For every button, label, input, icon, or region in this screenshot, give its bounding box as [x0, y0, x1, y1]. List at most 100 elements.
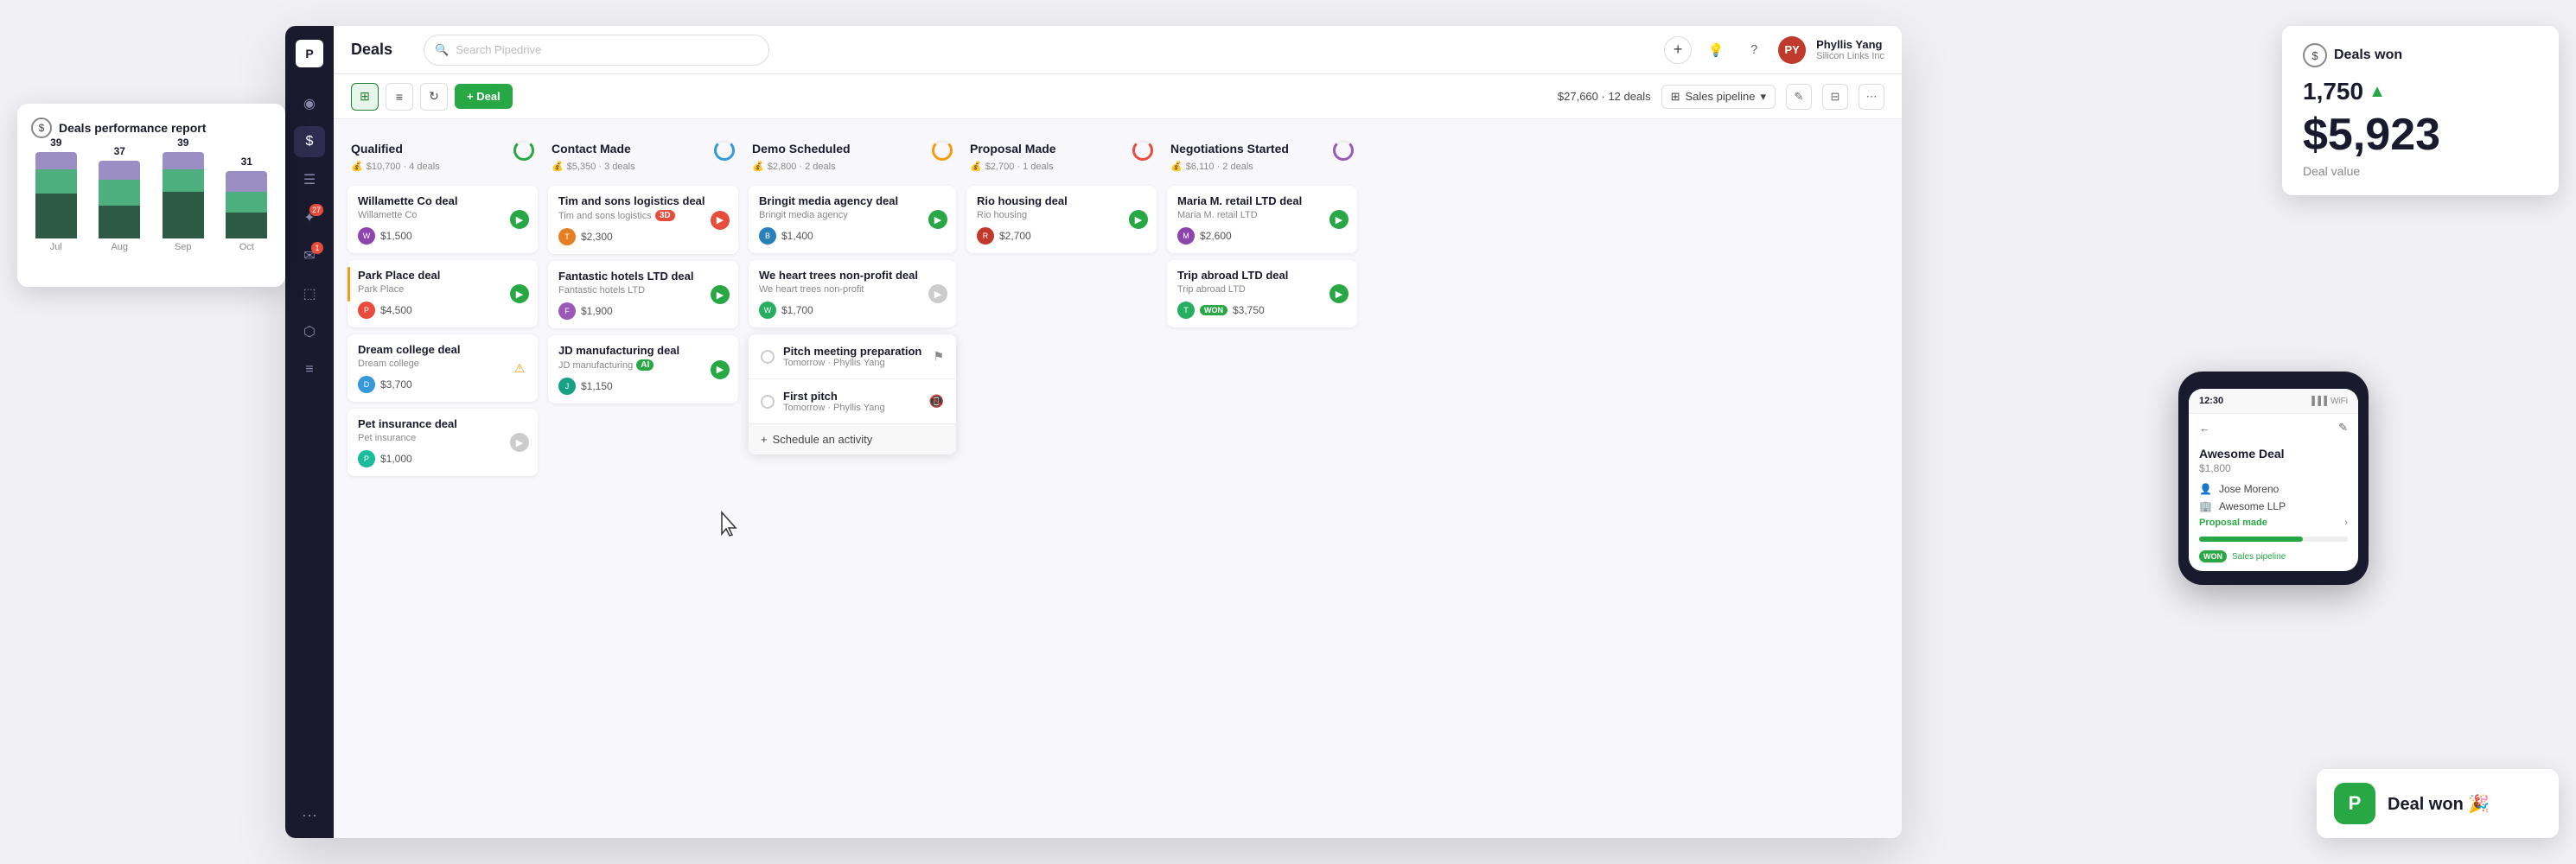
app-container: P ◉ $ ☰ ✦ 27 ✉ 1 ⬚ ⬡ ≡ ··· Deals 🔍 Searc…	[285, 26, 1902, 838]
column-negotiations-meta: 💰 $6,110 · 2 deals	[1170, 161, 1354, 172]
filter-btn[interactable]: ⊟	[1822, 84, 1848, 110]
deal-card-timsons[interactable]: Tim and sons logistics deal Tim and sons…	[548, 186, 738, 254]
deal-card-bringit[interactable]: Bringit media agency deal Bringit media …	[749, 186, 956, 253]
edit-pipeline-btn[interactable]: ✎	[1786, 84, 1812, 110]
deal-action-btn[interactable]: ▶	[711, 285, 730, 304]
deal-amount: $3,700	[380, 378, 412, 391]
add-button[interactable]: +	[1664, 36, 1692, 64]
deal-amount: $2,700	[999, 230, 1031, 242]
activity-radio[interactable]	[761, 350, 775, 364]
deal-action-btn-gray[interactable]: ▶	[510, 433, 529, 452]
phone-content: Awesome Deal $1,800 👤 Jose Moreno 🏢 Awes…	[2189, 438, 2358, 571]
deal-action-btn[interactable]: ▶	[1129, 210, 1148, 229]
overdue-tag: 3D	[655, 210, 675, 221]
deal-action-btn[interactable]: ▶	[1329, 284, 1349, 303]
deal-company: We heart trees non-profit	[759, 284, 946, 295]
pipeline-select[interactable]: ⊞ Sales pipeline ▾	[1661, 85, 1776, 109]
edit-button[interactable]: ✎	[2338, 421, 2348, 435]
sidebar-item-home[interactable]: ◉	[294, 88, 325, 119]
deal-avatar: B	[759, 227, 776, 245]
bar-aug-label: 37	[114, 145, 125, 157]
deal-company: Willamette Co	[358, 210, 527, 220]
kanban-board: Qualified 💰 $10,700 · 4 deals Willamette…	[334, 119, 1902, 838]
deal-action-btn[interactable]: ▶	[510, 284, 529, 303]
sidebar-item-deals[interactable]: $	[294, 126, 325, 157]
deal-action-btn-gray[interactable]: ▶	[928, 284, 947, 303]
kanban-view-btn[interactable]: ⊞	[351, 83, 379, 111]
deal-card-jdmanufacturing[interactable]: JD manufacturing deal JD manufacturing A…	[548, 335, 738, 403]
deal-action-btn-red[interactable]: ▶	[711, 211, 730, 230]
ai-tag: AI	[636, 359, 654, 371]
help-icon-btn[interactable]: ?	[1740, 36, 1768, 64]
sidebar-item-contacts[interactable]: ☰	[294, 164, 325, 195]
phone-contact-row: 👤 Jose Moreno	[2199, 483, 2348, 495]
deal-card-willamette[interactable]: Willamette Co deal Willamette Co W $1,50…	[348, 186, 538, 253]
total-amount: $27,660 · 12 deals	[1558, 90, 1651, 103]
deal-footer: W $1,500 ▶	[358, 227, 527, 245]
sidebar-item-calendar[interactable]: ⬚	[294, 278, 325, 309]
deal-title: Pet insurance deal	[358, 417, 527, 430]
search-placeholder: Search Pipedrive	[456, 43, 541, 56]
activity-item-pitch[interactable]: Pitch meeting preparation Tomorrow · Phy…	[749, 334, 956, 379]
deals-won-card: $ Deals won 1,750 ▲ $5,923 Deal value	[2282, 26, 2559, 195]
refresh-btn[interactable]: ↻	[420, 83, 448, 111]
sidebar-item-reports[interactable]: ≡	[294, 354, 325, 385]
sidebar-item-activities[interactable]: ✦ 27	[294, 202, 325, 233]
deal-card-petinsurance[interactable]: Pet insurance deal Pet insurance P $1,00…	[348, 409, 538, 476]
sidebar-more[interactable]: ···	[302, 806, 317, 824]
deal-card-wht[interactable]: We heart trees non-profit deal We heart …	[749, 260, 956, 327]
phone-screen: 12:30 ▐▐▐ WiFi ← ✎ Awesome Deal $1,800 👤…	[2189, 389, 2358, 571]
deal-card-mariam[interactable]: Maria M. retail LTD deal Maria M. retail…	[1167, 186, 1357, 253]
avatar[interactable]: PY	[1778, 36, 1806, 64]
perf-report-title: Deals performance report	[59, 121, 206, 135]
deal-won-text: Deal won 🎉	[2388, 793, 2490, 815]
phone-deal-amount: $1,800	[2199, 462, 2348, 474]
deal-footer: R $2,700 ▶	[977, 227, 1146, 245]
qualified-progress	[513, 140, 534, 161]
toolbar: ⊞ ≡ ↻ + Deal $27,660 · 12 deals ⊞ Sales …	[334, 74, 1902, 119]
deal-avatar: P	[358, 450, 375, 467]
phone-mockup: 12:30 ▐▐▐ WiFi ← ✎ Awesome Deal $1,800 👤…	[2178, 372, 2369, 585]
deal-action-btn[interactable]: ▶	[711, 360, 730, 379]
more-options-btn[interactable]: ⋯	[1859, 84, 1884, 110]
deal-amount: $1,400	[781, 230, 813, 242]
wifi-icon: WiFi	[2331, 397, 2348, 406]
deal-action-btn-warn[interactable]: ⚠	[510, 359, 529, 378]
deal-card-dreamcollege[interactable]: Dream college deal Dream college D $3,70…	[348, 334, 538, 402]
deal-company: Trip abroad LTD	[1177, 284, 1347, 295]
deal-card-riohousing[interactable]: Rio housing deal Rio housing R $2,700 ▶	[966, 186, 1157, 253]
sidebar-item-email[interactable]: ✉ 1	[294, 240, 325, 271]
column-negotiations: Negotiations Started 💰 $6,110 · 2 deals …	[1167, 133, 1357, 824]
lightbulb-icon-btn[interactable]: 💡	[1702, 36, 1730, 64]
schedule-activity-btn[interactable]: + Schedule an activity	[749, 424, 956, 454]
deal-card-tripabroad[interactable]: Trip abroad LTD deal Trip abroad LTD T W…	[1167, 260, 1357, 327]
deal-action-btn[interactable]: ▶	[928, 210, 947, 229]
money-icon: 💰	[970, 161, 982, 172]
building-icon: 🏢	[2199, 500, 2212, 512]
money-icon: 💰	[552, 161, 564, 172]
back-button[interactable]: ←	[2199, 422, 2210, 435]
activity-text: Pitch meeting preparation Tomorrow · Phy…	[783, 345, 924, 368]
deal-avatar: R	[977, 227, 994, 245]
sidebar-item-products[interactable]: ⬡	[294, 316, 325, 347]
bar-chart: 39 Jul 37 Aug 39 Sep	[31, 152, 271, 273]
deal-card-parkplace[interactable]: Park Place deal Park Place P $4,500 ▶	[348, 260, 538, 327]
add-deal-button[interactable]: + Deal	[455, 84, 513, 109]
activity-name: Pitch meeting preparation	[783, 345, 924, 358]
activity-item-firstpitch[interactable]: First pitch Tomorrow · Phyllis Yang 📵	[749, 379, 956, 424]
demo-progress	[932, 140, 953, 161]
negotiations-progress	[1333, 140, 1354, 161]
money-icon: 💰	[351, 161, 363, 172]
flag-icon: ⚑	[933, 349, 944, 364]
deal-card-fantastichotels[interactable]: Fantastic hotels LTD deal Fantastic hote…	[548, 261, 738, 328]
deal-action-btn[interactable]: ▶	[510, 210, 529, 229]
signal-icon: ▐▐▐	[2309, 397, 2327, 406]
trend-up-icon: ▲	[2369, 82, 2386, 102]
column-demo-meta: 💰 $2,800 · 2 deals	[752, 161, 953, 172]
deal-amount: $1,500	[380, 230, 412, 242]
deal-title: Dream college deal	[358, 343, 527, 356]
deal-action-btn[interactable]: ▶	[1329, 210, 1349, 229]
activity-radio[interactable]	[761, 395, 775, 409]
search-bar[interactable]: 🔍 Search Pipedrive	[424, 35, 769, 66]
list-view-btn[interactable]: ≡	[386, 83, 413, 111]
